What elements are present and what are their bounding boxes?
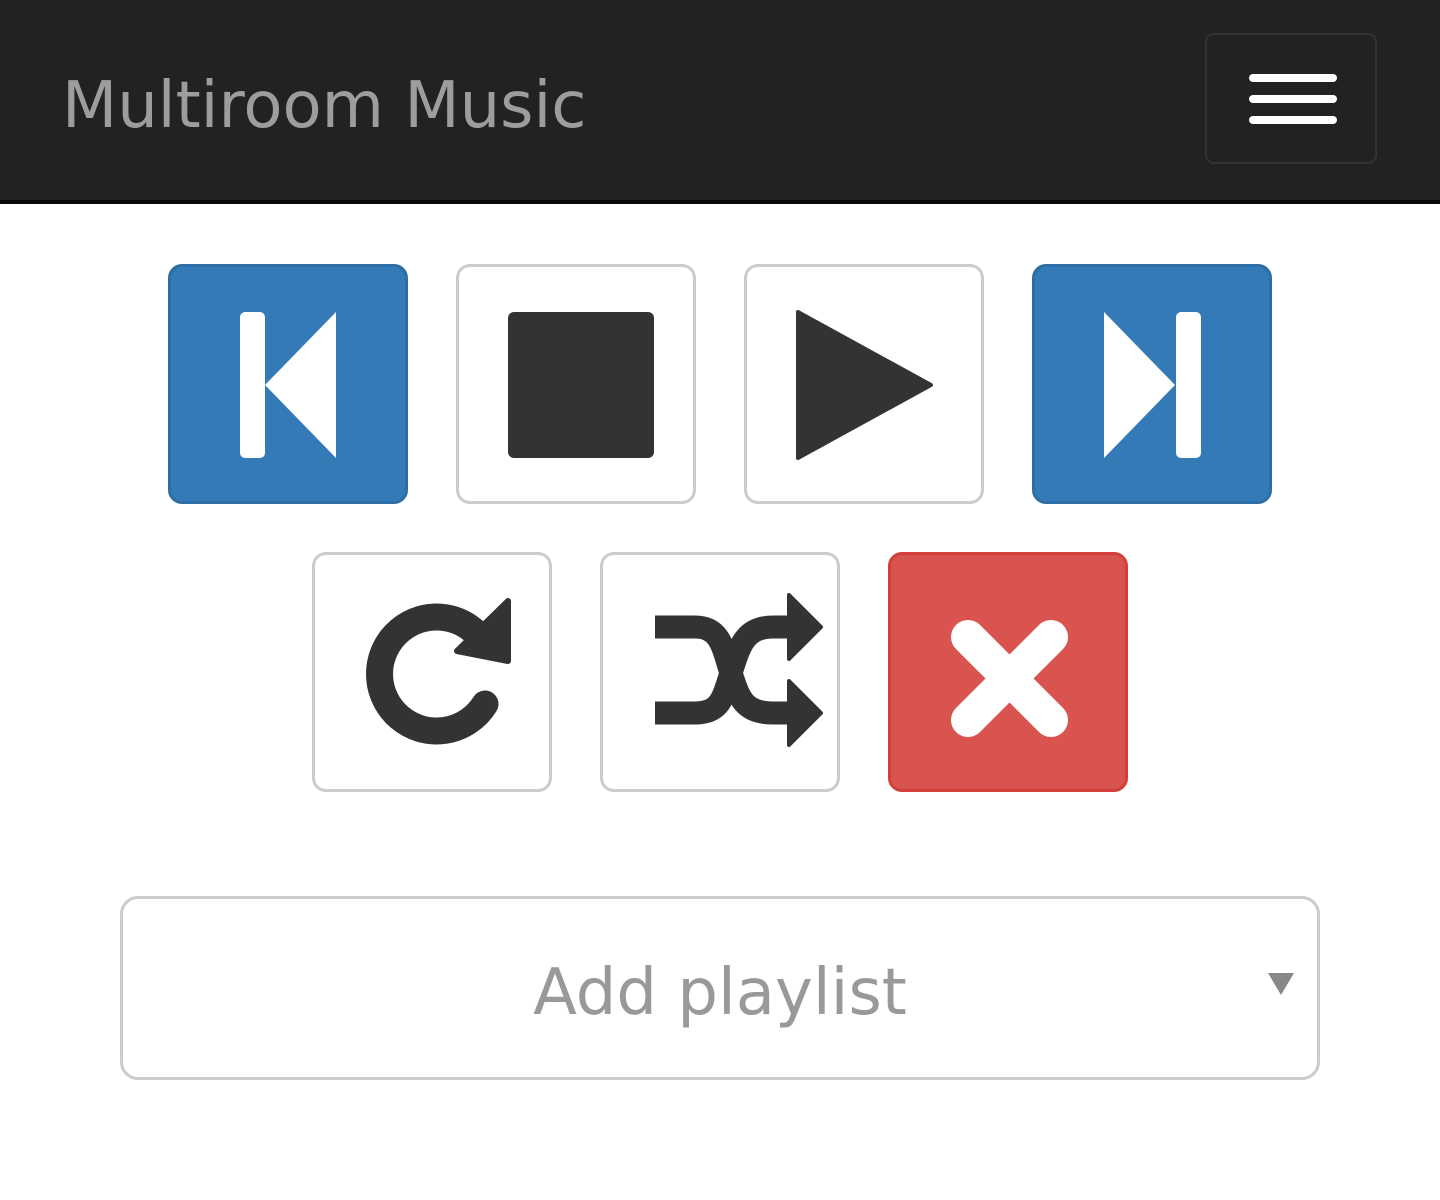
menu-toggle-button[interactable] <box>1205 33 1377 164</box>
play-icon <box>796 310 933 460</box>
repeat-button[interactable] <box>312 552 552 792</box>
play-button[interactable] <box>744 264 984 504</box>
next-button[interactable] <box>1032 264 1272 504</box>
navbar: Multiroom Music <box>0 0 1440 204</box>
clear-button[interactable] <box>888 552 1128 792</box>
stop-button[interactable] <box>456 264 696 504</box>
select-placeholder: Add playlist <box>533 956 907 1030</box>
stop-icon <box>508 312 654 458</box>
shuffle-button[interactable] <box>600 552 840 792</box>
add-playlist-select[interactable]: Add playlist <box>120 896 1320 1080</box>
repeat-icon <box>366 598 511 745</box>
brand-title[interactable]: Multiroom Music <box>62 62 586 150</box>
shuffle-icon <box>655 593 823 747</box>
step-forward-icon <box>1104 312 1201 458</box>
previous-button[interactable] <box>168 264 408 504</box>
caret-down-icon <box>1268 973 1294 995</box>
close-icon <box>951 620 1068 737</box>
step-backward-icon <box>240 312 336 458</box>
